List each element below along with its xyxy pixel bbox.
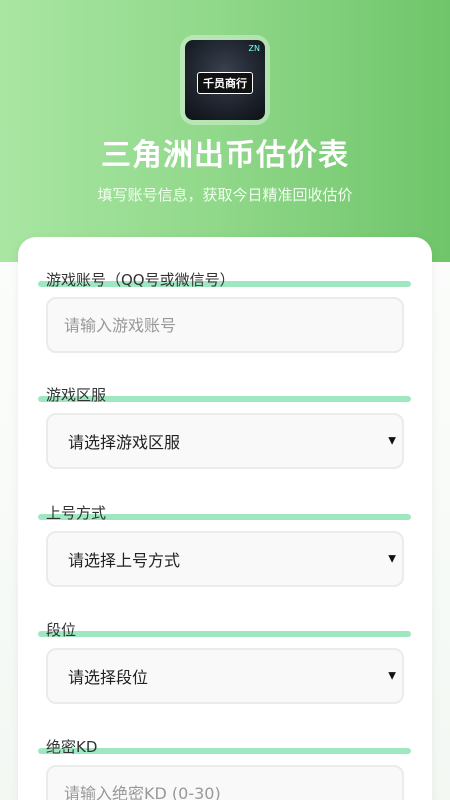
server-field: 游戏区服 请选择游戏区服 ▼ [18,384,432,469]
kd-input-box[interactable] [46,765,404,800]
login-method-label: 上号方式 [46,504,107,522]
caret-down-icon: ▼ [388,435,396,447]
rank-field: 段位 请选择段位 ▼ [18,619,432,704]
server-label: 游戏区服 [46,386,107,404]
app-logo: ZN 千员商行 [185,40,265,120]
app-logo-frame: ZN 千员商行 [180,35,270,125]
account-input-box[interactable] [46,297,404,353]
kd-input[interactable] [64,783,402,800]
caret-down-icon: ▼ [388,553,396,565]
account-label: 游戏账号（QQ号或微信号） [46,271,235,289]
rank-select-value: 请选择段位 [68,668,149,687]
header-banner: ZN 千员商行 三角洲出币估价表 填写账号信息，获取今日精准回收估价 [0,0,450,262]
page-title: 三角洲出币估价表 [101,138,349,173]
caret-down-icon: ▼ [388,670,396,682]
server-select-value: 请选择游戏区服 [68,433,181,452]
form-card: 游戏账号（QQ号或微信号） 游戏区服 请选择游戏区服 ▼ 上号方式 请选择上号方… [18,237,432,800]
logo-text: 千员商行 [197,72,253,94]
logo-tag: ZN [248,44,260,53]
rank-label: 段位 [46,621,77,639]
label-highlight [38,631,411,637]
kd-label: 绝密KD [46,738,98,756]
account-input[interactable] [64,315,402,335]
login-method-select-value: 请选择上号方式 [68,551,181,570]
rank-select[interactable]: 请选择段位 ▼ [46,648,404,704]
server-select[interactable]: 请选择游戏区服 ▼ [46,413,404,469]
account-field: 游戏账号（QQ号或微信号） [18,269,432,353]
login-method-select[interactable]: 请选择上号方式 ▼ [46,531,404,587]
kd-field: 绝密KD [18,736,432,800]
page-subtitle: 填写账号信息，获取今日精准回收估价 [97,186,353,204]
login-method-field: 上号方式 请选择上号方式 ▼ [18,502,432,587]
